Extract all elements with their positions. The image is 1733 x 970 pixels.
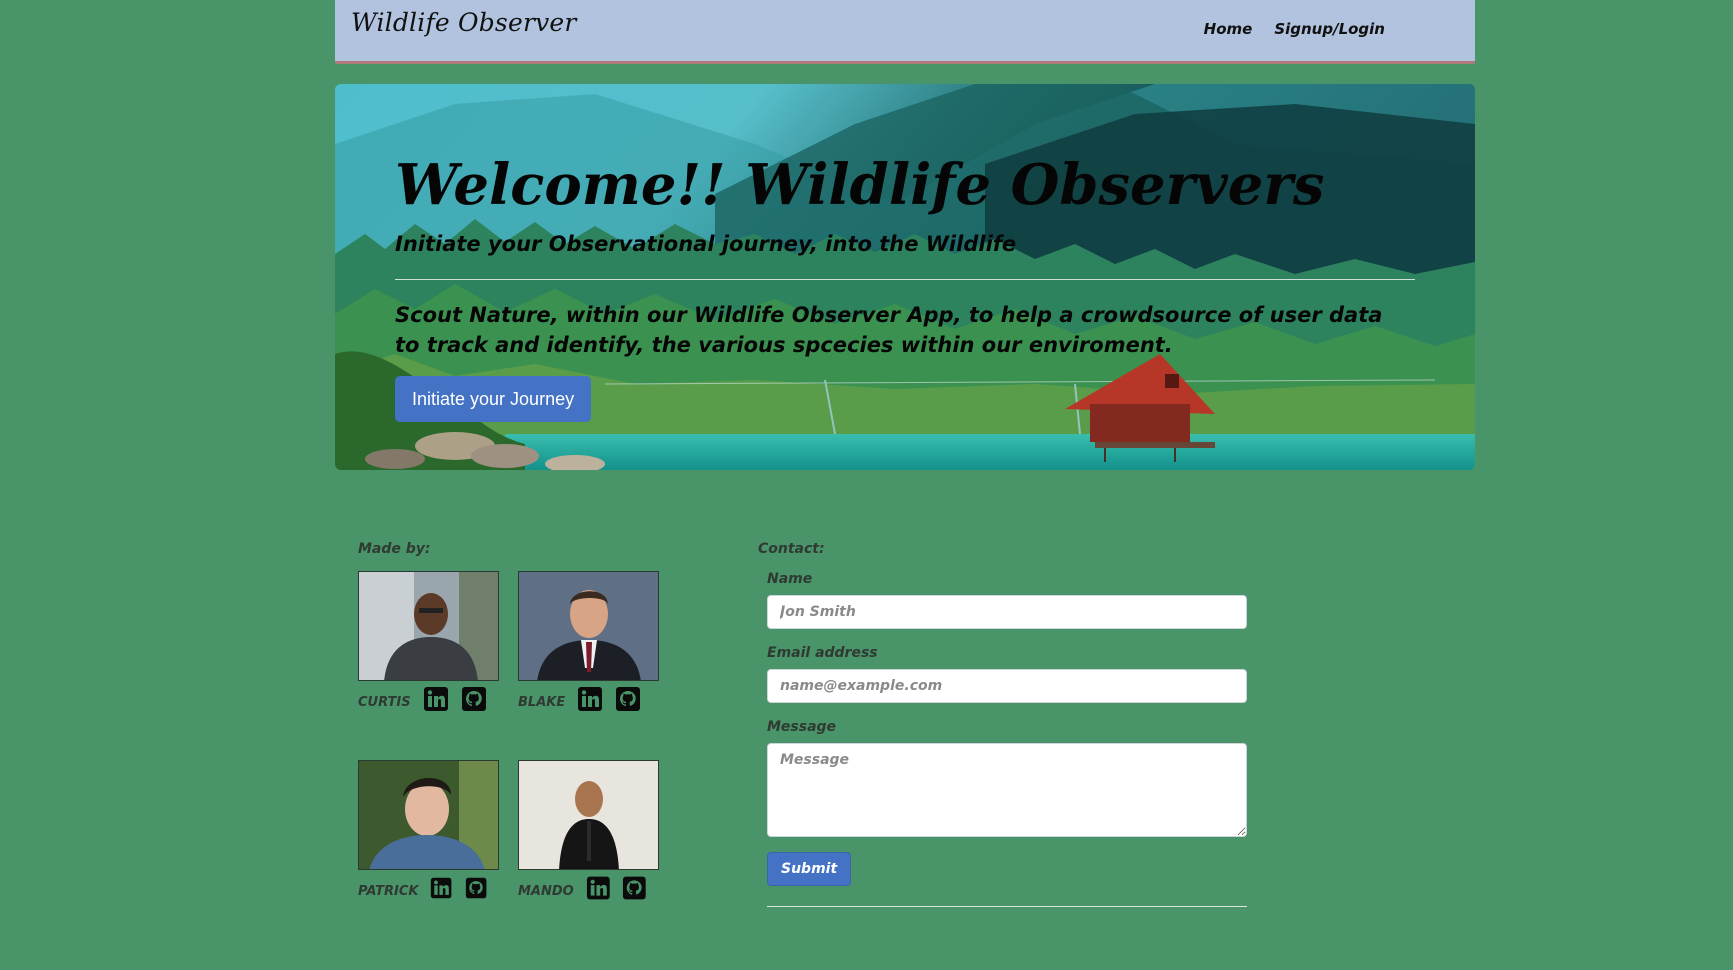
member-name: CURTIS [358,694,411,710]
name-label: Name [767,571,813,587]
nav-home-link[interactable]: Home [1204,20,1253,38]
member-info: BLAKE [518,685,659,713]
github-icon[interactable] [461,686,487,712]
email-label: Email address [767,645,878,661]
nav-signup-login-link[interactable]: Signup/Login [1274,20,1385,38]
member-photo [358,571,499,681]
member-name: MANDO [518,883,574,899]
member-photo [518,571,659,681]
hero-description: Scout Nature, within our Wildlife Observ… [395,303,1383,357]
team-member-card: CURTIS [358,571,499,713]
member-photo [518,760,659,870]
linkedin-icon[interactable] [423,686,449,712]
message-label: Message [767,719,837,735]
contact-label: Contact: [758,541,825,557]
form-divider [767,906,1247,907]
brand-logo[interactable]: Wildlife Observer [351,8,577,37]
message-textarea[interactable] [767,743,1247,837]
hero-divider [395,279,1415,280]
github-icon[interactable] [622,875,647,901]
member-info: PATRICK [358,874,499,902]
team-member-card: MANDO [518,760,659,902]
nav-links: Home Signup/Login [1204,20,1385,38]
email-input[interactable] [767,669,1247,703]
member-name: BLAKE [518,694,566,710]
hero-banner: Welcome!! Wildlife Observers Initiate yo… [335,84,1475,470]
submit-button[interactable]: Submit [767,852,852,886]
github-icon[interactable] [465,875,487,901]
member-info: MANDO [518,874,659,902]
member-photo [358,760,499,870]
team-member-card: PATRICK [358,760,499,902]
hero-title: Welcome!! Wildlife Observers [395,152,1325,218]
made-by-label: Made by: [358,541,431,557]
team-member-card: BLAKE [518,571,659,713]
member-info: CURTIS [358,685,499,713]
linkedin-icon[interactable] [430,875,452,901]
navbar: Wildlife Observer Home Signup/Login [335,0,1475,64]
name-input[interactable] [767,595,1247,629]
github-icon[interactable] [615,686,641,712]
linkedin-icon[interactable] [577,686,603,712]
linkedin-icon[interactable] [586,875,611,901]
member-name: PATRICK [358,883,419,899]
initiate-journey-button[interactable]: Initiate your Journey [395,376,592,422]
hero-subtitle: Initiate your Observational journey, int… [395,232,1017,256]
